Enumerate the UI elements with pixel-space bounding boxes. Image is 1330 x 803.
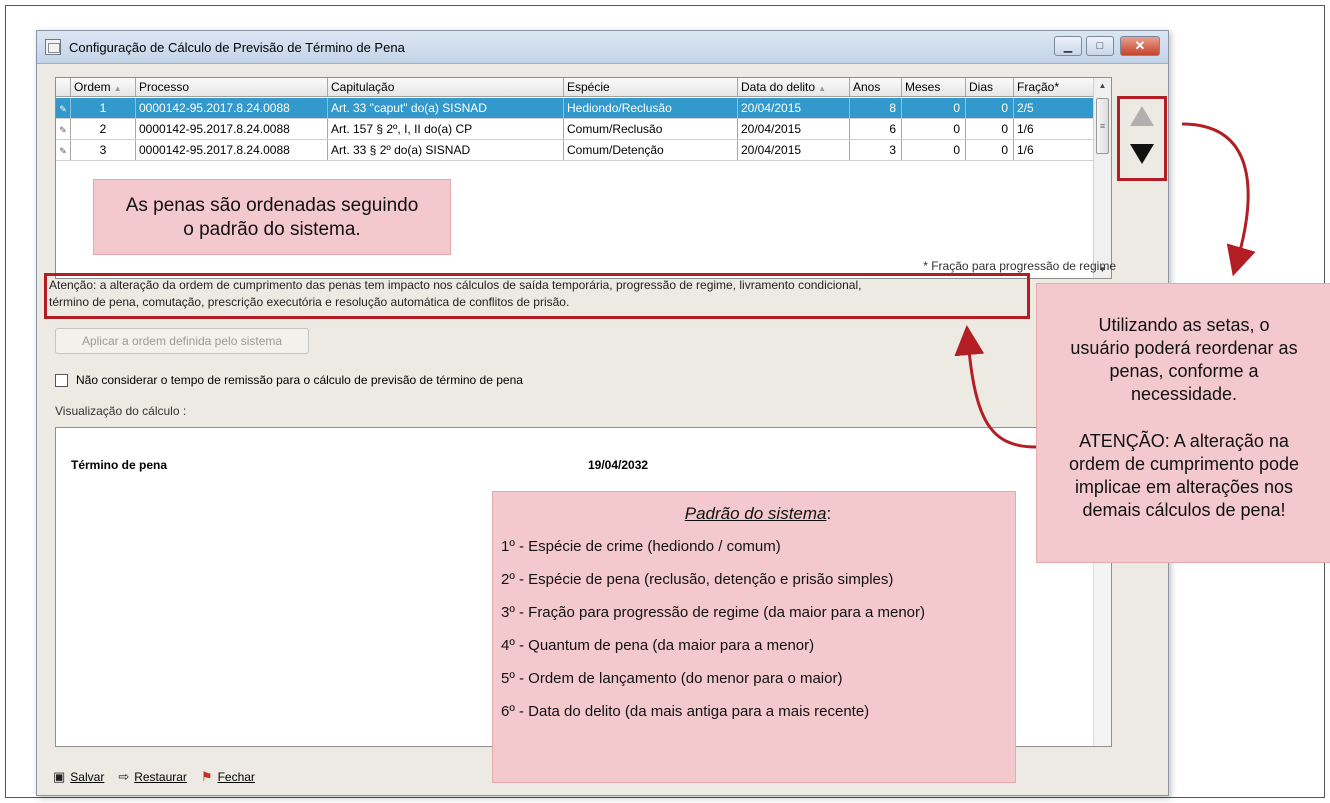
cell-processo: 0000142-95.2017.8.24.0088 xyxy=(136,119,328,139)
column-header-especie[interactable]: Espécie xyxy=(564,78,738,96)
cell-dias: 0 xyxy=(966,119,1014,139)
warning-callout-line-2: ordem de cumprimento pode xyxy=(1068,454,1300,474)
column-header-ordem[interactable]: Ordem ▲ xyxy=(71,78,136,96)
standard-item: 3º - Fração para progressão de regime (d… xyxy=(501,604,926,621)
system-standard-callout: Padrão do sistema: 1º - Espécie de crime… xyxy=(492,491,1016,783)
maximize-button[interactable]: □ xyxy=(1086,36,1114,56)
cell-dias: 0 xyxy=(966,140,1014,160)
cell-especie: Comum/Reclusão xyxy=(564,119,738,139)
save-button[interactable]: ▣ Salvar xyxy=(53,769,104,785)
cell-meses: 0 xyxy=(902,140,966,160)
column-header-data-delito[interactable]: Data do delito ▲ xyxy=(738,78,850,96)
ordering-callout-line-2: o padrão do sistema. xyxy=(183,219,361,240)
remission-checkbox-row[interactable]: Não considerar o tempo de remissão para … xyxy=(55,373,523,387)
restore-icon: ⇨ xyxy=(118,769,130,784)
warning-callout-line-1: ATENÇÃO: A alteração na xyxy=(1079,431,1289,451)
cell-anos: 6 xyxy=(850,119,902,139)
cell-ordem: 1 xyxy=(71,98,136,118)
standard-item: 6º - Data do delito (da mais antiga para… xyxy=(501,703,870,720)
standard-item: 4º - Quantum de pena (da maior para a me… xyxy=(501,637,815,654)
table-row[interactable]: ✎ 2 0000142-95.2017.8.24.0088 Art. 157 §… xyxy=(56,119,1094,140)
arrows-callout-line-4: necessidade. xyxy=(1130,384,1238,404)
attention-highlight-box xyxy=(44,273,1030,319)
scroll-thumb[interactable]: ≡ xyxy=(1096,98,1109,154)
calculation-preview-label: Visualização do cálculo : xyxy=(55,404,187,418)
close-window-button[interactable]: ✕ xyxy=(1120,36,1160,56)
cell-data-delito: 20/04/2015 xyxy=(738,140,850,160)
restore-button[interactable]: ⇨ Restaurar xyxy=(118,769,187,785)
cell-capitulacao: Art. 33 "caput" do(a) SISNAD xyxy=(328,98,564,118)
window-icon xyxy=(45,39,61,55)
column-header-anos[interactable]: Anos xyxy=(850,78,902,96)
cell-capitulacao: Art. 157 § 2º, I, II do(a) CP xyxy=(328,119,564,139)
fraction-footnote: * Fração para progressão de regime xyxy=(923,259,1116,273)
table-row[interactable]: ✎ 1 0000142-95.2017.8.24.0088 Art. 33 "c… xyxy=(56,98,1094,119)
cell-dias: 0 xyxy=(966,98,1014,118)
arrows-callout: Utilizando as setas, o usuário poderá re… xyxy=(1036,283,1330,563)
restore-label: Restaurar xyxy=(134,770,187,784)
standard-item: 2º - Espécie de pena (reclusão, detenção… xyxy=(501,571,894,588)
bottom-toolbar: ▣ Salvar ⇨ Restaurar ⚑ Fechar xyxy=(53,769,255,785)
ordering-callout-line-1: As penas são ordenadas seguindo xyxy=(125,195,419,216)
cell-meses: 0 xyxy=(902,98,966,118)
flag-icon: ⚑ xyxy=(200,769,213,784)
row-indicator-header xyxy=(56,78,71,96)
remission-checkbox-label: Não considerar o tempo de remissão para … xyxy=(76,373,523,387)
close-label: Fechar xyxy=(217,770,255,784)
title-bar: Configuração de Cálculo de Previsão de T… xyxy=(37,31,1168,64)
cell-ordem: 2 xyxy=(71,119,136,139)
table-row[interactable]: ✎ 3 0000142-95.2017.8.24.0088 Art. 33 § … xyxy=(56,140,1094,161)
cell-anos: 3 xyxy=(850,140,902,160)
standard-item: 1º - Espécie de crime (hediondo / comum) xyxy=(501,538,781,555)
system-standard-title: Padrão do sistema: xyxy=(684,504,832,523)
remission-checkbox[interactable] xyxy=(55,373,68,387)
window-title: Configuração de Cálculo de Previsão de T… xyxy=(69,40,405,55)
arrows-callout-line-2: usuário poderá reordenar as xyxy=(1070,338,1298,358)
grid-scrollbar[interactable]: ▲ ≡ ▼ xyxy=(1093,78,1111,278)
column-header-fracao[interactable]: Fração* xyxy=(1014,78,1094,96)
cell-ordem: 3 xyxy=(71,140,136,160)
column-header-dias[interactable]: Dias xyxy=(966,78,1014,96)
end-of-sentence-label: Término de pena xyxy=(71,458,168,472)
apply-system-order-button[interactable]: Aplicar a ordem definida pelo sistema xyxy=(55,328,309,354)
cell-anos: 8 xyxy=(850,98,902,118)
save-label: Salvar xyxy=(70,770,105,784)
arrows-highlight-box xyxy=(1117,96,1167,181)
cell-data-delito: 20/04/2015 xyxy=(738,98,850,118)
cell-fracao: 1/6 xyxy=(1017,143,1034,157)
scroll-up-icon[interactable]: ▲ xyxy=(1094,78,1111,94)
cell-capitulacao: Art. 33 § 2º do(a) SISNAD xyxy=(328,140,564,160)
grid-header: Ordem ▲ Processo Capitulação Espécie Data… xyxy=(56,78,1094,97)
cell-processo: 0000142-95.2017.8.24.0088 xyxy=(136,98,328,118)
cell-fracao: 2/5 xyxy=(1017,101,1034,115)
close-button[interactable]: ⚑ Fechar xyxy=(201,769,255,785)
minimize-button[interactable]: ▁ xyxy=(1054,36,1082,56)
row-edit-icon: ✎ xyxy=(56,119,71,139)
cell-processo: 0000142-95.2017.8.24.0088 xyxy=(136,140,328,160)
row-edit-icon: ✎ xyxy=(56,98,71,118)
warning-callout-line-3: implicae em alterações nos xyxy=(1074,477,1294,497)
column-header-capitulacao[interactable]: Capitulação xyxy=(328,78,564,96)
cell-data-delito: 20/04/2015 xyxy=(738,119,850,139)
cell-especie: Comum/Detenção xyxy=(564,140,738,160)
column-header-meses[interactable]: Meses xyxy=(902,78,966,96)
cell-fracao: 1/6 xyxy=(1017,122,1034,136)
column-header-processo[interactable]: Processo xyxy=(136,78,328,96)
arrows-callout-line-3: penas, conforme a xyxy=(1109,361,1259,381)
warning-callout-line-4: demais cálculos de pena! xyxy=(1082,500,1286,520)
row-edit-icon: ✎ xyxy=(56,140,71,160)
standard-item: 5º - Ordem de lançamento (do menor para … xyxy=(501,670,843,687)
end-of-sentence-date: 19/04/2032 xyxy=(588,458,649,472)
cell-especie: Hediondo/Reclusão xyxy=(564,98,738,118)
cell-meses: 0 xyxy=(902,119,966,139)
floppy-icon: ▣ xyxy=(53,769,66,784)
ordering-callout: As penas são ordenadas seguindo o padrão… xyxy=(93,179,451,255)
arrows-callout-line-1: Utilizando as setas, o xyxy=(1098,315,1270,335)
